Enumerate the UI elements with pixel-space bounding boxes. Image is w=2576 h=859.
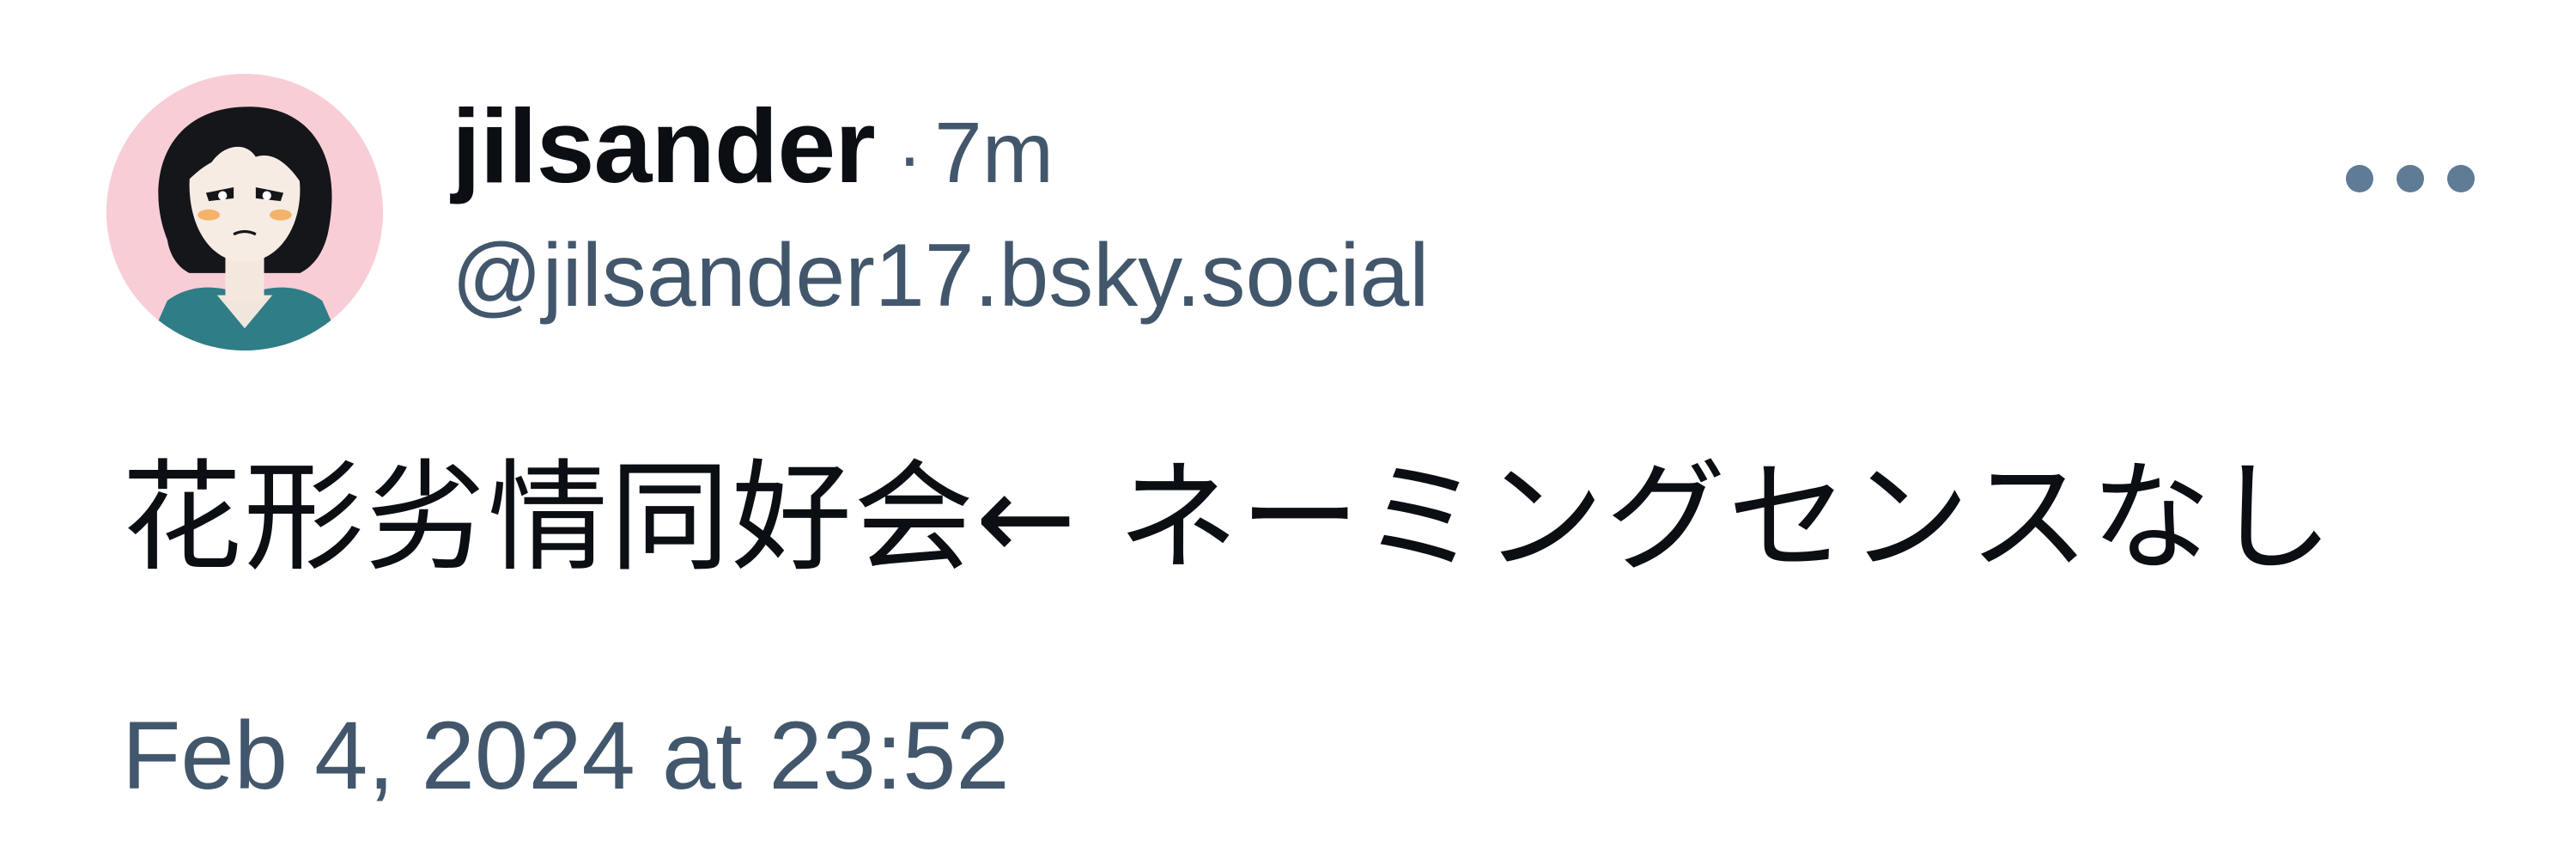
post-text: 花形劣情同好会← ネーミングセンスなし [122,448,2336,588]
author-display-name[interactable]: jilsander [452,86,876,206]
post-card: jilsander · 7m @jilsander17.bsky.social … [0,0,2576,859]
post-timestamp: Feb 4, 2024 at 23:52 [122,702,1010,809]
avatar[interactable] [106,74,383,350]
separator-dot: · [896,113,923,198]
author-handle[interactable]: @jilsander17.bsky.social [452,225,1429,327]
more-horizontal-icon-dot [2447,165,2475,192]
more-horizontal-icon-dot [2397,165,2424,192]
relative-time[interactable]: 7m [934,104,1054,203]
avatar-illustration [106,74,383,350]
more-options-button[interactable] [2346,144,2475,213]
author-name-row: jilsander · 7m [452,86,1054,204]
more-horizontal-icon [2346,165,2373,192]
